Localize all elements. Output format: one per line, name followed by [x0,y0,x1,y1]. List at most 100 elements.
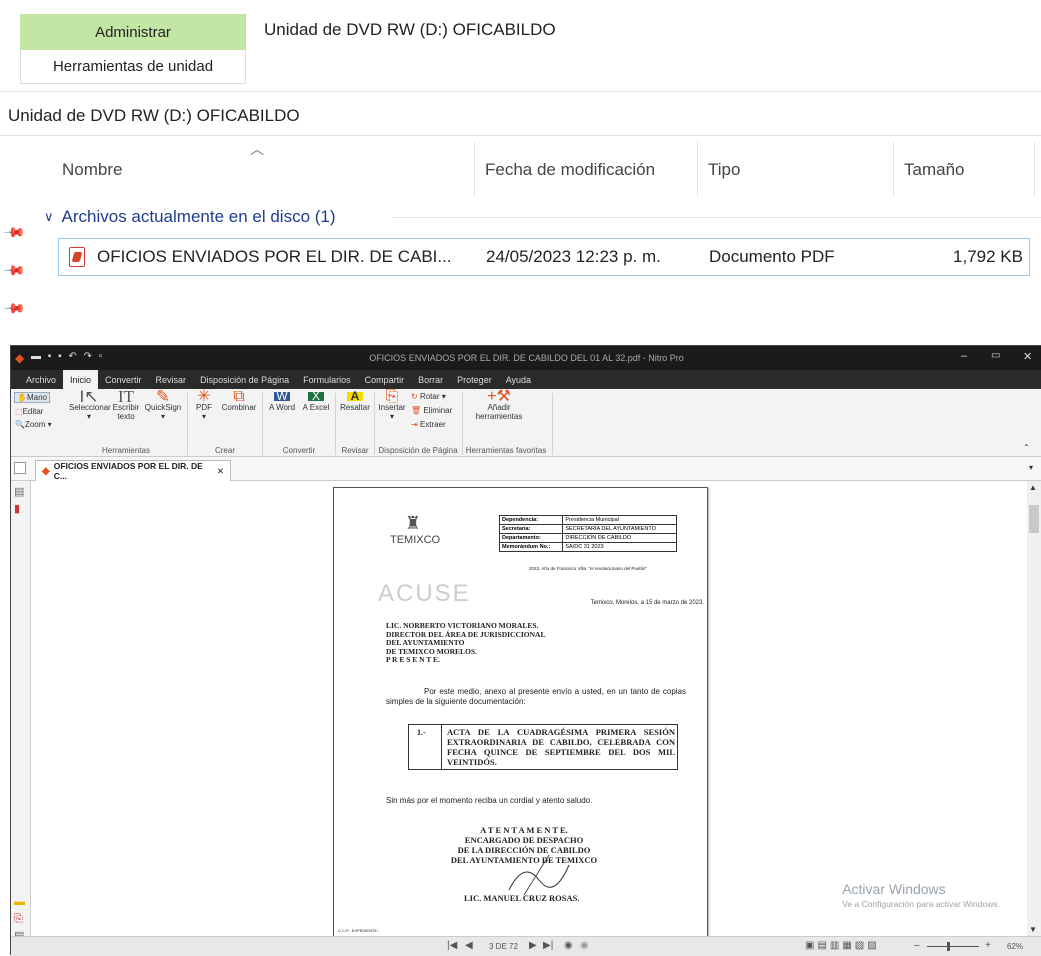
table-cell: Memorándum No.: [498,542,564,552]
pdf-page: ♜ TEMIXCO Dependencia: Presidencia Munici… [333,487,708,941]
document-tab[interactable]: ◆ OFICIOS ENVIADOS POR EL DIR. DE C... ✕ [35,460,231,481]
file-size: 1,792 KB [953,247,1023,266]
item-text: ACTA DE LA CUADRAGÉSIMA PRIMERA SESIÓN E… [447,727,675,767]
file-type: Documento PDF [709,247,835,266]
close-icon[interactable]: ✕ [1023,350,1032,363]
pdf-file-icon: ◆ [42,465,50,477]
resaltar-button[interactable]: A Resaltar [338,390,372,412]
view-mode-icons[interactable]: ▣▤▥▦▧▨ [805,940,880,951]
seleccionar-button[interactable]: I↖ Seleccionar ▾ [69,388,111,421]
a-excel-button[interactable]: XA Excel [301,390,331,412]
minimize-icon[interactable]: – [961,350,967,362]
divider [0,91,1041,92]
table-cell: SECRETARÍA DEL AYUNTAMIENTO [562,524,677,534]
column-header-fecha[interactable]: Fecha de modificación [475,142,697,197]
last-page-icon[interactable]: ▶| [543,940,553,951]
scroll-thumb[interactable] [1029,505,1039,533]
item-divider [441,725,442,769]
zoom-slider-thumb[interactable] [947,942,950,951]
prev-page-icon[interactable]: ◀ [465,940,473,951]
table-cell: Presidencia Municipal [562,515,677,525]
back-icon[interactable]: ◉ [564,940,573,951]
pages-icon[interactable]: ▤ [14,485,24,498]
eliminar-button[interactable]: 🗑 Eliminar [411,406,452,415]
file-row[interactable]: OFICIOS ENVIADOS POR EL DIR. DE CABI... … [58,238,1030,276]
zoom-button[interactable]: 🔍Zoom ▾ [15,420,52,429]
pen-icon: ✎ [155,387,171,406]
scroll-down-icon[interactable]: ▼ [1029,925,1037,934]
zoom-out-icon[interactable]: – [914,940,920,951]
menu-proteger[interactable]: Proteger [450,370,499,389]
menu-borrar[interactable]: Borrar [411,370,450,389]
trash-icon: 🗑 [411,406,422,415]
quicksign-button[interactable]: ✎ QuickSign ▾ [143,387,183,421]
address-bar[interactable]: Unidad de DVD RW (D:) OFICABILDO [8,106,300,126]
scroll-up-icon[interactable]: ▲ [1029,483,1037,492]
menu-ayuda[interactable]: Ayuda [499,370,538,389]
anadir-herramientas-button[interactable]: +⚒ Añadir herramientas [469,389,529,422]
forward-icon[interactable]: ◉ [580,940,589,951]
motto: 2023, Año de Francisco Villa, "el revolu… [529,566,647,571]
column-header-nombre[interactable]: Nombre [52,142,472,197]
bookmarks-icon[interactable]: ▮ [14,502,20,515]
ribbon-divider [262,393,263,455]
group-favoritas: Herramientas favoritas [465,446,547,455]
group-crear: Crear [214,446,235,455]
page-indicator[interactable]: 3 DE 72 [489,942,518,951]
panel-toggle-icon[interactable] [14,462,26,474]
file-name: OFICIOS ENVIADOS POR EL DIR. DE CABI... [97,247,452,266]
attachments-icon[interactable]: ⎘ [14,913,23,926]
tab-herramientas-de-unidad[interactable]: Herramientas de unidad [20,50,246,84]
restore-icon[interactable]: ▭ [991,350,1000,361]
activation-watermark: Activar Windows Ve a Configuración para … [842,881,1000,909]
addressee: LIC. NORBERTO VICTORIANO MORALES. DIRECT… [386,621,546,664]
pin-icon[interactable]: 📌 [3,220,27,244]
rotar-button[interactable]: ↻ Rotar ▾ [411,392,446,401]
a-word-button[interactable]: WA Word [267,390,297,412]
tab-administrar[interactable]: Administrar [20,14,246,50]
left-panel-bar: ▤ ▮ ▬ ⎘ ▤ [11,481,31,942]
chevron-down-icon: ∨ [44,209,54,224]
ribbon-divider [335,393,336,455]
menu-archivo[interactable]: Archivo [19,370,63,389]
vertical-scrollbar[interactable]: ▲ ▼ [1027,481,1041,936]
column-header-tipo[interactable]: Tipo [698,142,893,197]
zoom-in-icon[interactable]: + [985,940,991,951]
menu-disposicion[interactable]: Disposición de Página [193,370,296,389]
comments-icon[interactable]: ▬ [14,896,25,908]
zoom-level[interactable]: 62% [1007,942,1023,951]
insertar-button[interactable]: ⎘ Insertar ▾ [375,389,409,422]
column-header-tamano[interactable]: Tamaño [894,142,1034,197]
column-divider[interactable] [1034,142,1035,197]
item-number: 1.- [417,728,426,737]
combine-icon: ⧉ [233,388,245,405]
mano-button[interactable]: ✋Mano [14,392,50,403]
closing: Sin más por el momento reciba un cordial… [386,796,593,805]
extract-icon: ⇥ [411,420,418,429]
highlight-icon: A [347,390,363,402]
group-header[interactable]: ∨ Archivos actualmente en el disco (1) [44,207,336,227]
pin-icon[interactable]: 📌 [3,258,27,282]
acuse-stamp: ACUSE [378,580,471,607]
collapse-ribbon-icon[interactable]: ⌃ [1023,443,1030,452]
pin-icon[interactable]: 📌 [3,296,27,320]
tab-list-icon[interactable]: ▾ [1029,463,1033,472]
menu-compartir[interactable]: Compartir [358,370,412,389]
first-page-icon[interactable]: |◀ [447,940,457,951]
editar-button[interactable]: ⬚Editar [15,407,43,416]
menu-formularios[interactable]: Formularios [296,370,358,389]
group-convertir: Convertir [282,446,316,455]
ccp: C.C.P.- EXPEDIENTE.- [338,928,380,933]
table-cell: DIRECCIÓN DE CABILDO [562,533,677,543]
pdf-button[interactable]: ✳ PDF ▾ [191,389,217,422]
status-bar: |◀ ◀ 3 DE 72 ▶ ▶| ◉ ◉ ▣▤▥▦▧▨ – + 62% [11,936,1041,956]
zoom-slider[interactable] [927,946,979,947]
edit-icon: ⬚ [15,407,23,416]
next-page-icon[interactable]: ▶ [529,940,537,951]
close-tab-icon[interactable]: ✕ [217,466,224,477]
extraer-button[interactable]: ⇥ Extraer [411,420,446,429]
table-cell: SA/DC 31 2023 [562,542,677,552]
combinar-button[interactable]: ⧉ Combinar [219,388,259,413]
escribir-texto-button[interactable]: IT Escribir texto [109,388,143,421]
temixco-logo: ♜ TEMIXCO [390,513,441,546]
